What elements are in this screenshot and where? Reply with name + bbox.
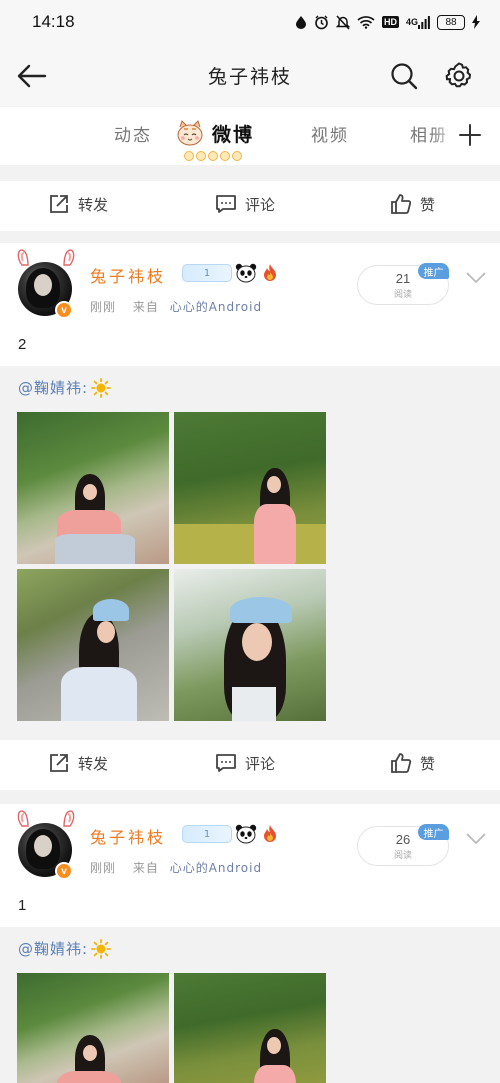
post-text: 2 [18, 336, 27, 353]
back-button[interactable] [14, 58, 50, 94]
like-label: 赞 [420, 195, 436, 214]
sun-emoji-icon [91, 938, 111, 959]
repost-button[interactable]: 转发 [48, 193, 108, 215]
username[interactable]: 兔子祎枝 [90, 263, 166, 287]
mention-line: @鞠婧祎: [18, 377, 111, 398]
repost-label: 转发 [78, 754, 109, 773]
back-arrow-icon [17, 64, 47, 88]
thumbs-up-icon [391, 753, 412, 773]
plus-icon [459, 124, 481, 146]
add-tab-button[interactable] [452, 117, 488, 153]
repost-icon [50, 195, 68, 213]
tab-shipin[interactable]: 视频 [311, 121, 349, 146]
top-nav: 兔子祎枝 [0, 44, 500, 106]
tab-weibo[interactable]: 微博 [212, 120, 254, 147]
photo-thumbnail[interactable] [17, 973, 169, 1083]
search-button[interactable] [386, 58, 422, 94]
verified-badge: v [55, 862, 73, 880]
status-icons: HD 4G 88 [295, 14, 480, 30]
verified-badge: v [55, 301, 73, 319]
mention-user[interactable]: @鞠婧祎: [18, 938, 88, 959]
promote-badge[interactable]: 推广 [418, 824, 449, 840]
post-source[interactable]: 心心的Android [170, 300, 262, 314]
tab-indicator [184, 151, 242, 161]
search-icon [391, 63, 418, 90]
vip-level: 1 [203, 828, 211, 840]
like-button[interactable]: 赞 [390, 752, 435, 774]
post-source[interactable]: 心心的Android [170, 861, 262, 875]
status-time: 14:18 [32, 12, 75, 31]
like-button[interactable]: 赞 [390, 193, 435, 215]
chevron-down-icon[interactable] [464, 269, 488, 285]
post-time: 刚刚 [90, 300, 117, 314]
mention-line: @鞠婧祎: [18, 938, 111, 959]
post-card: v 兔子祎枝 1 刚刚 来自 心心的Android 26 阅读 推广 1 @鞠婧… [0, 804, 500, 1083]
like-label: 赞 [420, 754, 436, 773]
cat-mascot-icon [177, 120, 203, 146]
post-meta: 刚刚 来自 心心的Android [90, 859, 262, 876]
vip-badge[interactable]: 1 [182, 264, 232, 282]
action-bar: 转发 评论 赞 [0, 740, 500, 790]
panda-icon [235, 824, 257, 844]
sun-emoji-icon [91, 377, 111, 398]
repost-label: 转发 [78, 195, 109, 214]
panda-icon [235, 263, 257, 283]
comment-icon [216, 754, 236, 772]
read-count-label: 阅读 [393, 851, 412, 861]
gear-icon [445, 62, 472, 88]
repost-box[interactable]: @鞠婧祎: [0, 927, 500, 1083]
post-header: v 兔子祎枝 1 刚刚 来自 心心的Android 26 阅读 推广 1 [0, 804, 500, 927]
repost-icon [50, 754, 68, 772]
tab-dongtai[interactable]: 动态 [114, 121, 152, 146]
fire-icon [264, 825, 276, 842]
post-time: 刚刚 [90, 861, 117, 875]
fire-icon [264, 264, 276, 281]
post-card: v 兔子祎枝 1 刚刚 来自 心心的Android 21 阅读 推广 2 @鞠婧… [0, 243, 500, 803]
source-prefix: 来自 [132, 861, 159, 875]
source-prefix: 来自 [132, 300, 159, 314]
signal-icon: 4G [405, 15, 430, 29]
vip-badge[interactable]: 1 [182, 825, 232, 843]
username[interactable]: 兔子祎枝 [90, 824, 166, 848]
profile-tabs: 动态 微博 视频 相册 [0, 107, 500, 165]
user-badges: 1 [182, 263, 280, 283]
repost-box[interactable]: @鞠婧祎: [0, 366, 500, 740]
repost-button[interactable]: 转发 [48, 752, 108, 774]
photo-thumbnail[interactable] [174, 569, 326, 721]
vip-level: 1 [203, 267, 211, 279]
user-badges: 1 [182, 824, 280, 844]
photo-thumbnail[interactable] [17, 412, 169, 564]
mute-bell-icon [335, 14, 350, 30]
photo-thumbnail[interactable] [174, 412, 326, 564]
alarm-icon [314, 15, 329, 30]
drop-icon [295, 15, 307, 29]
comment-button[interactable]: 评论 [215, 193, 275, 215]
battery-indicator: 88 [437, 14, 465, 30]
page-title: 兔子祎枝 [207, 65, 292, 88]
post-text: 1 [18, 897, 27, 914]
comment-label: 评论 [245, 195, 276, 214]
status-bar: 14:18 HD 4G 88 [0, 0, 500, 44]
settings-button[interactable] [441, 58, 477, 94]
photo-thumbnail[interactable] [174, 973, 326, 1083]
chevron-down-icon[interactable] [464, 830, 488, 846]
post-header: v 兔子祎枝 1 刚刚 来自 心心的Android 21 阅读 推广 2 [0, 243, 500, 366]
mention-user[interactable]: @鞠婧祎: [18, 377, 88, 398]
promote-badge[interactable]: 推广 [418, 263, 449, 279]
comment-icon [216, 195, 236, 213]
action-bar: 转发 评论 赞 [0, 181, 500, 231]
thumbs-up-icon [391, 194, 412, 214]
comment-label: 评论 [245, 754, 276, 773]
read-count-label: 阅读 [393, 290, 412, 300]
photo-thumbnail[interactable] [17, 569, 169, 721]
post-meta: 刚刚 来自 心心的Android [90, 298, 262, 315]
comment-button[interactable]: 评论 [215, 752, 275, 774]
hd-badge: HD [381, 16, 399, 28]
charging-icon [472, 15, 480, 29]
signal-label: 4G [405, 17, 418, 27]
wifi-icon [357, 15, 375, 29]
